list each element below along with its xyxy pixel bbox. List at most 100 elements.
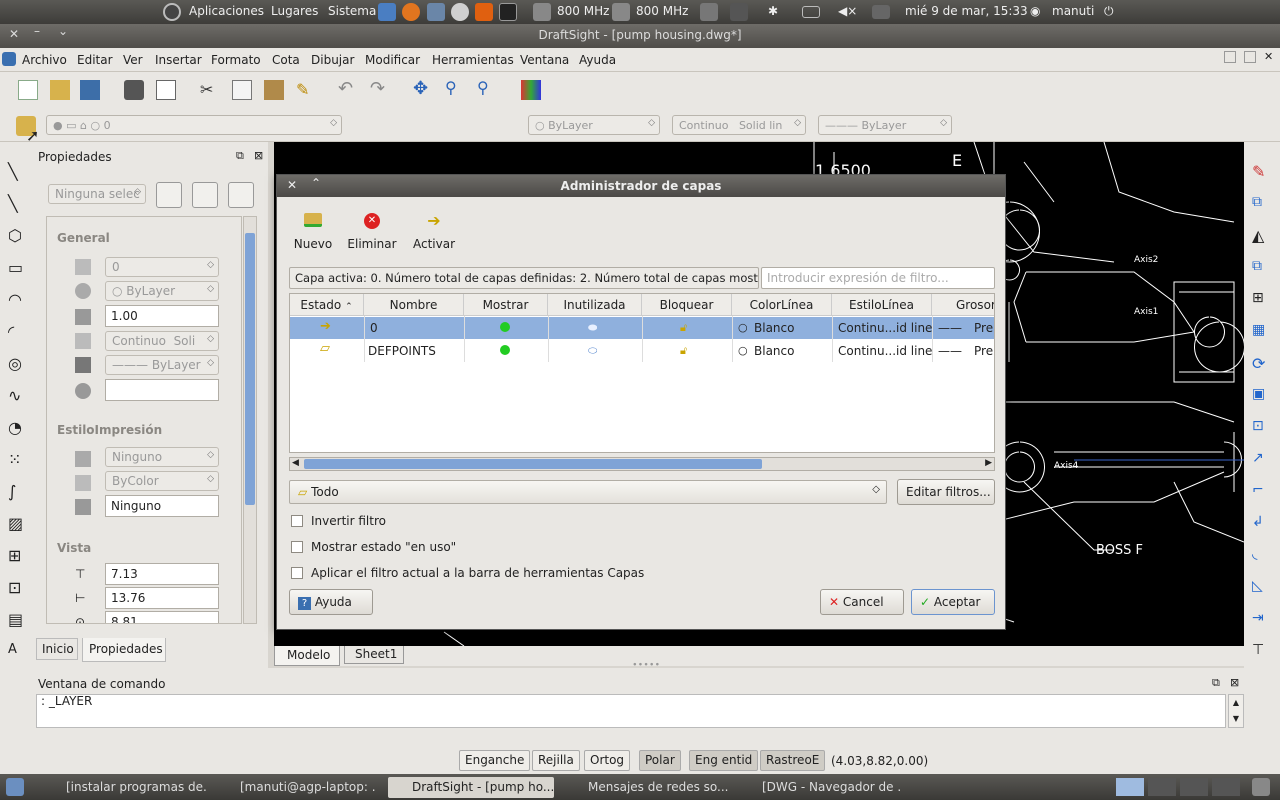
zoom-window-icon[interactable]: ⚲: [477, 78, 497, 98]
selection-combo[interactable]: Ninguna selec ◇: [48, 184, 146, 204]
lengthen-icon[interactable]: ⇥: [1252, 610, 1270, 628]
menu-sistema[interactable]: Sistema: [328, 4, 376, 18]
insert-block-icon[interactable]: ⊞: [8, 546, 26, 565]
menu-ventana[interactable]: Ventana: [520, 53, 569, 67]
workspace-3-icon[interactable]: [1180, 778, 1208, 796]
orange-app-icon[interactable]: [475, 3, 493, 21]
menu-modificar[interactable]: Modificar: [365, 53, 420, 67]
circle-icon[interactable]: ◎: [8, 354, 26, 373]
explode-icon[interactable]: ⊤: [1252, 642, 1270, 660]
menu-lugares[interactable]: Lugares: [271, 4, 318, 18]
command-output[interactable]: : _LAYER: [36, 694, 1226, 728]
show-desktop-icon[interactable]: [6, 778, 24, 796]
monitor-icon[interactable]: [499, 3, 517, 21]
menu-insertar[interactable]: Insertar: [155, 53, 202, 67]
firefox-icon[interactable]: [402, 3, 420, 21]
redo-icon[interactable]: ↷: [370, 78, 390, 99]
paste-icon[interactable]: [264, 80, 284, 100]
scroll-thumb[interactable]: [245, 233, 255, 505]
copy-icon[interactable]: [232, 80, 252, 100]
workspace-2-icon[interactable]: [1148, 778, 1176, 796]
linestyle-combo[interactable]: Continuo Solid lin ◇: [672, 115, 806, 135]
ellipse-arc-icon[interactable]: ◔: [8, 418, 26, 437]
ortho-button[interactable]: Ortog: [584, 750, 631, 771]
app-icon[interactable]: [451, 3, 469, 21]
col-nombre[interactable]: Nombre: [364, 294, 464, 316]
launcher-icon[interactable]: [378, 3, 396, 21]
make-block-icon[interactable]: ⊡: [8, 578, 26, 597]
layer-text-icon[interactable]: [521, 80, 541, 100]
restore-icon[interactable]: [1224, 51, 1236, 63]
menu-dibujar[interactable]: Dibujar: [311, 53, 354, 67]
task-browser[interactable]: [instalar programas de...: [42, 777, 206, 798]
new-file-icon[interactable]: [18, 80, 38, 100]
undo-icon[interactable]: ↶: [338, 78, 358, 99]
open-file-icon[interactable]: [50, 80, 70, 100]
power-icon[interactable]: ⏻: [1104, 4, 1114, 19]
activate-layer-button[interactable]: ➔ Activar: [409, 213, 459, 255]
lineweight-combo[interactable]: ——— ByLayer ◇: [818, 115, 952, 135]
command-scrollbar[interactable]: ▲ ▼: [1228, 694, 1244, 728]
scroll-right-icon[interactable]: ▶: [985, 458, 992, 468]
properties-scrollbar[interactable]: [243, 216, 257, 624]
menu-herramientas[interactable]: Herramientas: [432, 53, 514, 67]
close-icon[interactable]: ✕: [1264, 50, 1273, 63]
text-icon[interactable]: ▤: [8, 610, 26, 629]
print-color-field[interactable]: ByColor ◇: [105, 471, 219, 491]
trim-icon[interactable]: ↗: [1252, 450, 1270, 468]
point-icon[interactable]: ⁙: [8, 450, 26, 469]
battery-icon[interactable]: [802, 6, 820, 18]
spline-icon[interactable]: ∿: [8, 386, 26, 405]
cancel-button[interactable]: ✕ Cancel: [820, 589, 904, 615]
mirror-icon[interactable]: ◭: [1252, 226, 1270, 245]
scroll-left-icon[interactable]: ◀: [292, 458, 299, 468]
tab-inicio[interactable]: Inicio: [36, 638, 78, 660]
entity-snap-button[interactable]: Eng entid: [689, 750, 759, 771]
polar-button[interactable]: Polar: [639, 750, 681, 771]
color-combo[interactable]: ○ ByLayer ◇: [528, 115, 660, 135]
col-estado[interactable]: Estado ⌃: [290, 294, 364, 316]
scale-field[interactable]: 1.00: [105, 305, 219, 327]
col-estilolinea[interactable]: EstiloLínea: [832, 294, 932, 316]
invert-filter-checkbox[interactable]: [291, 515, 303, 527]
filter-expression-input[interactable]: Introducir expresión de filtro...: [761, 267, 995, 289]
edit-filters-button[interactable]: Editar filtros...: [897, 479, 995, 505]
mail-icon[interactable]: [872, 5, 890, 19]
polygon-icon[interactable]: ⬡: [8, 226, 26, 245]
filter-select[interactable]: ⏥ Todo ◇: [289, 480, 887, 504]
screenshot-icon[interactable]: [427, 3, 445, 21]
col-inutilizada[interactable]: Inutilizada: [548, 294, 642, 316]
array-icon[interactable]: ⊞: [1252, 290, 1270, 308]
zoom-icon[interactable]: ⚲: [445, 78, 465, 98]
snap-button[interactable]: Enganche: [459, 750, 531, 771]
col-mostrar[interactable]: Mostrar: [464, 294, 548, 316]
lineweight-field[interactable]: ——— ByLayer ◇: [105, 355, 219, 375]
dropbox-icon[interactable]: [730, 3, 748, 21]
apply-filter-checkbox[interactable]: [291, 567, 303, 579]
ubuntu-logo-icon[interactable]: [163, 3, 181, 21]
rotate-icon[interactable]: ⟳: [1252, 354, 1270, 373]
resize-grip-icon[interactable]: ∙∙∙∙∙: [632, 660, 660, 670]
stretch-icon[interactable]: ⊡: [1252, 418, 1270, 436]
close-icon[interactable]: ⊠: [254, 149, 263, 162]
print-table-field[interactable]: Ninguno: [105, 495, 219, 517]
select-objects-icon[interactable]: [156, 182, 182, 208]
restore-icon[interactable]: [1244, 51, 1256, 63]
break-icon[interactable]: ↲: [1252, 514, 1270, 532]
table-hscrollbar[interactable]: ◀ ▶: [289, 457, 995, 471]
match-properties-icon[interactable]: ✎: [296, 80, 316, 100]
pan-icon[interactable]: ✥: [413, 78, 433, 99]
print-style-field[interactable]: Ninguno ◇: [105, 447, 219, 467]
menu-archivo[interactable]: Archivo: [22, 53, 67, 67]
transparency-field[interactable]: [105, 379, 219, 401]
simple-text-icon[interactable]: A: [8, 642, 26, 660]
chamfer-icon[interactable]: ◺: [1252, 578, 1270, 596]
menu-editar[interactable]: Editar: [77, 53, 113, 67]
polyline-icon[interactable]: ╲: [8, 194, 26, 213]
trash-icon[interactable]: [1252, 778, 1270, 796]
menu-formato[interactable]: Formato: [211, 53, 261, 67]
line-icon[interactable]: ╲: [8, 162, 26, 181]
view-width-field[interactable]: 13.76: [105, 587, 219, 609]
scale-icon[interactable]: ▣: [1252, 386, 1270, 404]
tab-sheet1[interactable]: Sheet1: [344, 646, 404, 664]
